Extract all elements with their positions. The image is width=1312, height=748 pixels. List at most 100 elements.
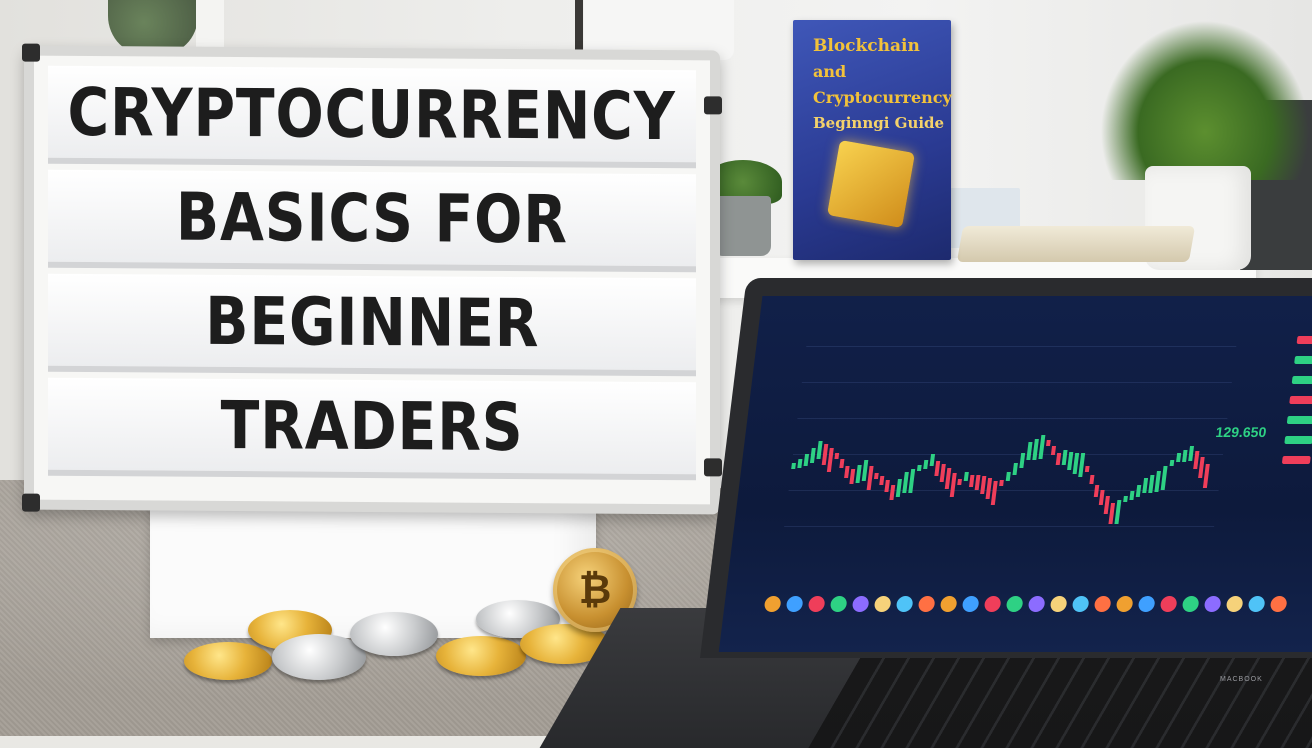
coin-icon <box>1247 596 1266 612</box>
laptop-lid: 129.650 <box>700 278 1312 658</box>
coin-icon <box>1115 596 1134 612</box>
grid-line <box>801 382 1232 383</box>
coin-icon <box>873 596 892 612</box>
laptop: MACBOOK 129.650 <box>539 278 1312 748</box>
candle-mark <box>1135 485 1142 497</box>
coin-icon <box>961 596 980 612</box>
candle-mark <box>1019 453 1026 468</box>
open-book <box>956 226 1196 262</box>
candle-mark <box>999 480 1004 486</box>
sign-corner <box>22 43 40 62</box>
candle-mark <box>1169 460 1175 466</box>
grid-line <box>797 418 1228 419</box>
candle-mark <box>1176 453 1182 462</box>
candle-mark <box>844 466 850 478</box>
candle-mark <box>889 485 896 500</box>
candle-mark <box>834 453 840 459</box>
grid-line <box>784 526 1215 527</box>
candle-mark <box>1084 466 1090 472</box>
candle-mark <box>1089 475 1095 484</box>
candle-mark <box>873 473 879 479</box>
sign-corner <box>22 493 40 512</box>
screen-row-mark <box>1296 336 1312 344</box>
coin-icon <box>1269 596 1288 612</box>
coin-icon <box>851 596 870 612</box>
book-title-line4: Beginngi Guide <box>813 114 945 132</box>
candle-mark <box>957 479 962 485</box>
candle-mark <box>929 454 936 466</box>
book-title-line3: Cryptocurrency <box>813 88 952 107</box>
coin-icon <box>917 596 936 612</box>
grid-line <box>792 454 1224 455</box>
coin-icon <box>1159 596 1178 612</box>
coin-icon <box>1203 596 1222 612</box>
candle-mark <box>990 481 998 505</box>
sign-line-1: CRYPTOCURRENCY <box>67 73 677 155</box>
candle-mark <box>791 463 796 469</box>
candle-mark <box>866 466 874 490</box>
candle-mark <box>1160 466 1168 490</box>
coin-icon <box>807 596 826 612</box>
candle-mark <box>1114 500 1122 524</box>
candle-mark <box>839 459 845 468</box>
laptop-brand: MACBOOK <box>1220 676 1263 683</box>
candle-mark <box>963 472 969 481</box>
large-plant <box>1100 20 1310 180</box>
candle-mark <box>949 473 957 497</box>
coin-icon <box>1137 596 1156 612</box>
candle-mark <box>1093 485 1100 497</box>
sign-line-4: TRADERS <box>220 386 524 466</box>
screen-row-mark <box>1286 416 1312 424</box>
candle-mark <box>974 475 981 490</box>
gold-coin <box>184 642 272 680</box>
gold-coin <box>436 636 526 676</box>
sign-row-3: BEGINNER <box>48 273 696 377</box>
candle-mark <box>1202 464 1210 488</box>
candle-mark <box>1038 435 1046 459</box>
coin-icon <box>1049 596 1068 612</box>
candle-mark <box>1078 453 1086 477</box>
coin-icon <box>1005 596 1024 612</box>
candle-mark <box>1098 490 1105 505</box>
candle-mark <box>968 475 975 487</box>
price-label: 129.650 <box>1214 424 1268 440</box>
sign-row-2: BASICS FOR <box>48 169 696 273</box>
candle-mark <box>1123 496 1128 502</box>
candle-mark <box>895 479 902 497</box>
candle-mark <box>1129 491 1135 500</box>
candle-mark <box>1046 440 1051 446</box>
candle-mark <box>1055 453 1062 465</box>
candle-mark <box>1061 450 1068 465</box>
coin-icon <box>939 596 958 612</box>
candle-mark <box>934 461 941 476</box>
candle-mark <box>849 469 856 484</box>
coin-icon <box>1071 596 1090 612</box>
coin-icon <box>895 596 914 612</box>
book-cover: Blockchain and Cryptocurrency Beginngi G… <box>793 20 952 260</box>
sign-row-1: CRYPTOCURRENCY <box>48 65 696 169</box>
coin-icon <box>1027 596 1046 612</box>
coin-icon <box>1181 596 1200 612</box>
candle-mark <box>797 459 803 468</box>
candle-mark <box>1005 472 1011 481</box>
candle-mark <box>1182 450 1188 462</box>
bitcoin-symbol: ₿ <box>578 567 612 613</box>
candle-mark <box>803 454 810 466</box>
silver-coin <box>350 612 438 656</box>
lightbox-sign: CRYPTOCURRENCY BASICS FOR BEGINNER TRADE… <box>22 43 722 515</box>
sign-row-4: TRADERS <box>48 377 696 481</box>
screen-row-mark <box>1291 376 1312 384</box>
coin-icon <box>1225 596 1244 612</box>
sign-line-3: BEGINNER <box>204 282 540 362</box>
screen-row-mark <box>1289 396 1312 404</box>
gold-cube-icon <box>826 139 916 229</box>
candle-mark <box>879 476 885 485</box>
candle-mark <box>916 465 922 471</box>
candle-mark <box>1012 463 1018 475</box>
book-title-line2: and <box>813 62 847 81</box>
candle-mark <box>923 460 929 469</box>
candle-mark <box>809 448 816 463</box>
trading-screen: 129.650 <box>718 296 1312 652</box>
sign-line-2: BASICS FOR <box>176 178 568 258</box>
coin-icon <box>763 596 782 612</box>
